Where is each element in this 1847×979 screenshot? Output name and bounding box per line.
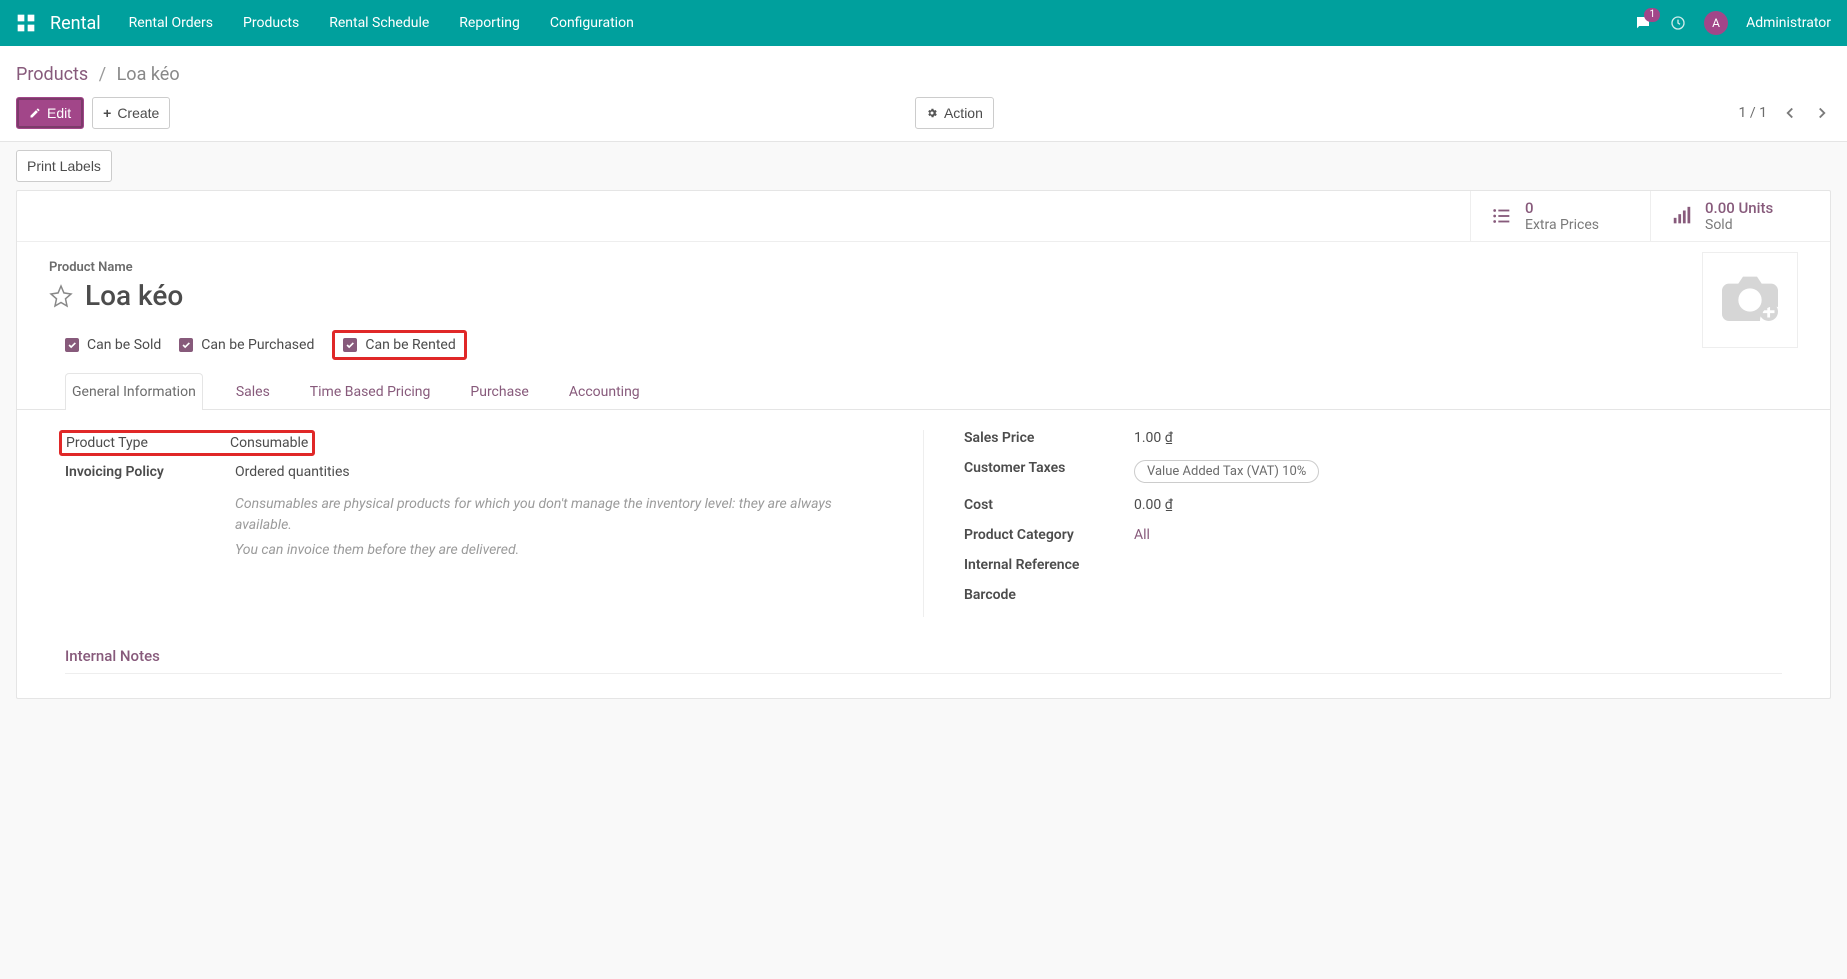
form-grid: Product Type Consumable Invoicing Policy… — [17, 410, 1830, 647]
messages-icon[interactable]: 1 — [1634, 14, 1652, 32]
stat-value: 0.00 Units — [1705, 199, 1773, 217]
tax-tag[interactable]: Value Added Tax (VAT) 10% — [1134, 460, 1319, 483]
stat-value: 0 — [1525, 199, 1599, 217]
product-name: Loa kéo — [85, 279, 183, 312]
field-value: 0.00 ₫ — [1134, 497, 1782, 513]
field-value — [1134, 557, 1782, 573]
print-labels-button[interactable]: Print Labels — [16, 150, 112, 182]
field-product-category: Product Category All — [964, 527, 1782, 543]
create-button[interactable]: + Create — [92, 97, 170, 129]
plus-icon: + — [103, 105, 111, 121]
messages-badge: 1 — [1644, 8, 1660, 22]
field-product-type: Product Type Consumable — [59, 430, 315, 456]
tabs: General Information Sales Time Based Pri… — [17, 372, 1830, 410]
tab-sales[interactable]: Sales — [229, 373, 277, 410]
main-menu: Rental Orders Products Rental Schedule R… — [129, 15, 1634, 31]
field-label: Internal Reference — [964, 557, 1134, 573]
activity-icon[interactable] — [1670, 15, 1686, 31]
menu-reporting[interactable]: Reporting — [459, 15, 520, 31]
tab-accounting[interactable]: Accounting — [562, 373, 647, 410]
check-icon — [67, 340, 77, 350]
prev-page[interactable] — [1781, 104, 1799, 122]
tab-purchase[interactable]: Purchase — [463, 373, 535, 410]
chevron-right-icon — [1813, 104, 1831, 122]
action-button[interactable]: Action — [915, 97, 994, 129]
check-can-be-purchased[interactable]: Can be Purchased — [179, 337, 314, 353]
breadcrumb-current: Loa kéo — [117, 64, 180, 85]
menu-rental-schedule[interactable]: Rental Schedule — [329, 15, 429, 31]
top-nav: Rental Rental Orders Products Rental Sch… — [0, 0, 1847, 46]
field-cost: Cost 0.00 ₫ — [964, 497, 1782, 513]
field-label: Customer Taxes — [964, 460, 1134, 483]
camera-plus-icon — [1722, 276, 1778, 324]
product-name-label: Product Name — [49, 260, 1798, 275]
edit-button[interactable]: Edit — [16, 97, 84, 129]
field-value: Consumable — [230, 435, 308, 451]
menu-rental-orders[interactable]: Rental Orders — [129, 15, 213, 31]
option-checks: Can be Sold Can be Purchased Can be Rent… — [17, 312, 1830, 372]
star-icon[interactable] — [49, 284, 73, 308]
help-text: You can invoice them before they are del… — [235, 540, 883, 561]
help-text: Consumables are physical products for wh… — [235, 494, 883, 536]
field-value[interactable]: All — [1134, 527, 1782, 543]
field-value: Value Added Tax (VAT) 10% — [1134, 460, 1782, 483]
form-sheet: 0 Extra Prices 0.00 Units Sold Product N… — [16, 190, 1831, 699]
field-label: Barcode — [964, 587, 1134, 603]
field-label: Cost — [964, 497, 1134, 513]
menu-products[interactable]: Products — [243, 15, 299, 31]
field-label: Sales Price — [964, 430, 1134, 446]
menu-configuration[interactable]: Configuration — [550, 15, 634, 31]
print-row: Print Labels — [0, 142, 1847, 190]
product-image-placeholder[interactable] — [1702, 252, 1798, 348]
list-icon — [1491, 205, 1513, 227]
breadcrumb: Products / Loa kéo — [16, 54, 1831, 97]
stat-label: Sold — [1705, 217, 1773, 233]
gear-icon — [926, 107, 938, 119]
field-value — [1134, 587, 1782, 603]
stat-sold[interactable]: 0.00 Units Sold — [1650, 191, 1830, 241]
field-invoicing-policy: Invoicing Policy Ordered quantities — [65, 464, 883, 480]
check-can-be-rented[interactable]: Can be Rented — [332, 330, 466, 360]
stat-extra-prices[interactable]: 0 Extra Prices — [1470, 191, 1650, 241]
pencil-icon — [29, 107, 41, 119]
internal-notes-section: Internal Notes — [17, 647, 1830, 698]
stat-bar: 0 Extra Prices 0.00 Units Sold — [17, 191, 1830, 242]
field-label: Product Category — [964, 527, 1134, 543]
check-can-be-sold[interactable]: Can be Sold — [65, 337, 161, 353]
breadcrumb-root[interactable]: Products — [16, 64, 88, 85]
avatar[interactable]: A — [1704, 11, 1728, 35]
field-barcode: Barcode — [964, 587, 1782, 603]
tab-time-based-pricing[interactable]: Time Based Pricing — [303, 373, 438, 410]
internal-notes-title: Internal Notes — [65, 647, 1782, 674]
check-icon — [345, 340, 355, 350]
field-sales-price: Sales Price 1.00 ₫ — [964, 430, 1782, 446]
check-icon — [181, 340, 191, 350]
pager: 1 / 1 — [1739, 105, 1767, 121]
next-page[interactable] — [1813, 104, 1831, 122]
field-customer-taxes: Customer Taxes Value Added Tax (VAT) 10% — [964, 460, 1782, 483]
control-bar: Products / Loa kéo Edit + Create Action … — [0, 46, 1847, 142]
field-label: Product Type — [66, 435, 230, 451]
field-internal-reference: Internal Reference — [964, 557, 1782, 573]
stat-label: Extra Prices — [1525, 217, 1599, 233]
bars-icon — [1671, 205, 1693, 227]
field-value: 1.00 ₫ — [1134, 430, 1782, 446]
chevron-left-icon — [1781, 104, 1799, 122]
app-brand[interactable]: Rental — [50, 13, 101, 34]
field-label: Invoicing Policy — [65, 464, 235, 480]
tab-general-information[interactable]: General Information — [65, 373, 203, 410]
apps-icon[interactable] — [16, 13, 36, 33]
username[interactable]: Administrator — [1746, 15, 1831, 31]
field-value: Ordered quantities — [235, 464, 883, 480]
